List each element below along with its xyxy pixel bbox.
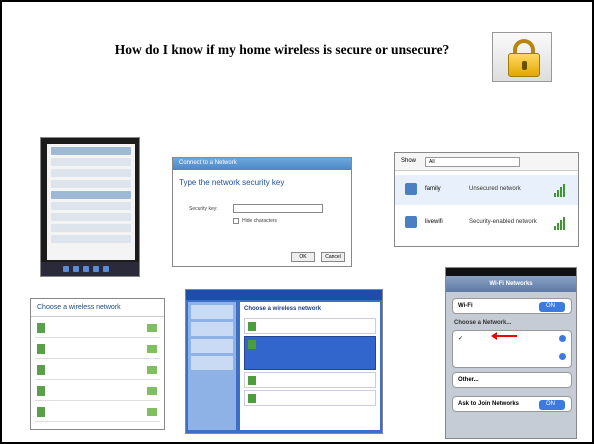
list-item [244,318,376,334]
show-dropdown: All [425,157,520,167]
wifi-icon [248,376,256,385]
signal-strength-icon [147,324,157,332]
signal-strength-icon [147,408,157,416]
network-status: Security-enabled network [469,219,537,225]
taskbar [41,262,139,276]
ok-button: OK [291,252,315,262]
hide-characters-checkbox [233,218,239,224]
toggle-label: ON [546,303,555,309]
taskbar-icon [83,266,89,272]
show-filter-bar: Show All [395,153,578,171]
dialog-heading: Type the network security key [179,178,285,187]
wifi-icon [248,322,256,331]
other-cell: Other... [452,372,572,388]
security-key-label: Security key: [189,206,218,212]
lock-body [508,53,540,77]
taskbar-icon [103,266,109,272]
wifi-icon [37,365,45,375]
screenshot-iphone-wifi: Wi-Fi Networks Wi-Fi ON Choose a Network… [445,267,577,439]
taskbar-icon [93,266,99,272]
window-titlebar [186,290,382,300]
hide-characters-label: Hide characters [242,218,278,224]
info-icon [559,335,566,342]
signal-strength-icon [554,217,565,230]
network-flyout [47,144,135,260]
ask-to-join-toggle: ON [539,400,565,410]
wifi-toggle: ON [539,302,565,312]
network-list-cell: ✓ [452,330,572,368]
screenshot-taskbar-network-list [40,137,140,277]
list-item [51,191,131,199]
list-item [51,158,131,166]
network-row-secured: livewifi Security-enabled network [395,208,578,238]
list-item [51,180,131,188]
taskbar-icon [63,266,69,272]
list-item [51,224,131,232]
task-group [191,339,233,353]
task-group [191,322,233,336]
list-item [51,213,131,221]
list-item [51,169,131,177]
network-icon [405,216,417,228]
screenshot-choose-network-vista: Choose a wireless network [30,298,165,430]
screenshot-network-security-list: Show All family Unsecured network livewi… [394,152,579,247]
network-name: family [425,186,441,192]
ask-to-join-cell: Ask to Join Networks ON [452,396,572,412]
list-item [35,362,160,380]
list-item [51,235,131,243]
screenshot-choose-network-xp: Choose a wireless network [185,289,383,434]
wifi-icon [37,323,45,333]
ask-to-join-label: Ask to Join Networks [458,401,520,407]
panel-heading: Choose a wireless network [31,299,164,317]
screenshot-connect-dialog: Connect to a Network Type the network se… [172,157,352,267]
list-item [244,390,376,406]
lock-icon [492,32,552,82]
signal-strength-icon [147,387,157,395]
network-icon [405,183,417,195]
slide: How do I know if my home wireless is sec… [0,0,594,444]
tasks-pane [188,302,236,430]
red-arrow-shaft [495,335,517,337]
choose-network-label: Choose a Network... [454,320,512,326]
security-key-input [233,204,323,213]
checkmark-icon: ✓ [458,336,464,342]
other-label: Other... [458,377,479,383]
status-bar [446,268,576,276]
wifi-label: Wi-Fi [458,303,473,309]
wifi-icon [37,407,45,417]
list-item [51,202,131,210]
slide-title: How do I know if my home wireless is sec… [114,42,450,57]
wifi-icon [248,394,256,403]
panel-heading: Choose a wireless network [244,306,322,312]
list-item [35,404,160,422]
network-name: livewifi [425,219,443,225]
dialog-titlebar: Connect to a Network [173,158,351,170]
list-item [244,372,376,388]
nav-title: Wi-Fi Networks [446,276,576,292]
task-group [191,305,233,319]
wifi-icon [248,340,256,349]
list-item [35,341,160,359]
network-row-unsecured: family Unsecured network [395,175,578,205]
signal-strength-icon [147,366,157,374]
taskbar-icon [73,266,79,272]
network-list-pane: Choose a wireless network [240,302,380,430]
wifi-icon [37,386,45,396]
lock-keyhole [522,61,527,70]
info-icon [559,353,566,360]
toggle-label: ON [546,401,555,407]
cancel-button: Cancel [321,252,345,262]
task-group [191,356,233,370]
list-item [35,320,160,338]
network-status: Unsecured network [469,186,521,192]
signal-strength-icon [147,345,157,353]
list-item [51,147,131,155]
list-item-selected [244,336,376,370]
wifi-toggle-cell: Wi-Fi ON [452,298,572,314]
list-item [35,383,160,401]
signal-strength-icon [554,184,565,197]
show-label: Show [401,158,417,164]
wifi-icon [37,344,45,354]
